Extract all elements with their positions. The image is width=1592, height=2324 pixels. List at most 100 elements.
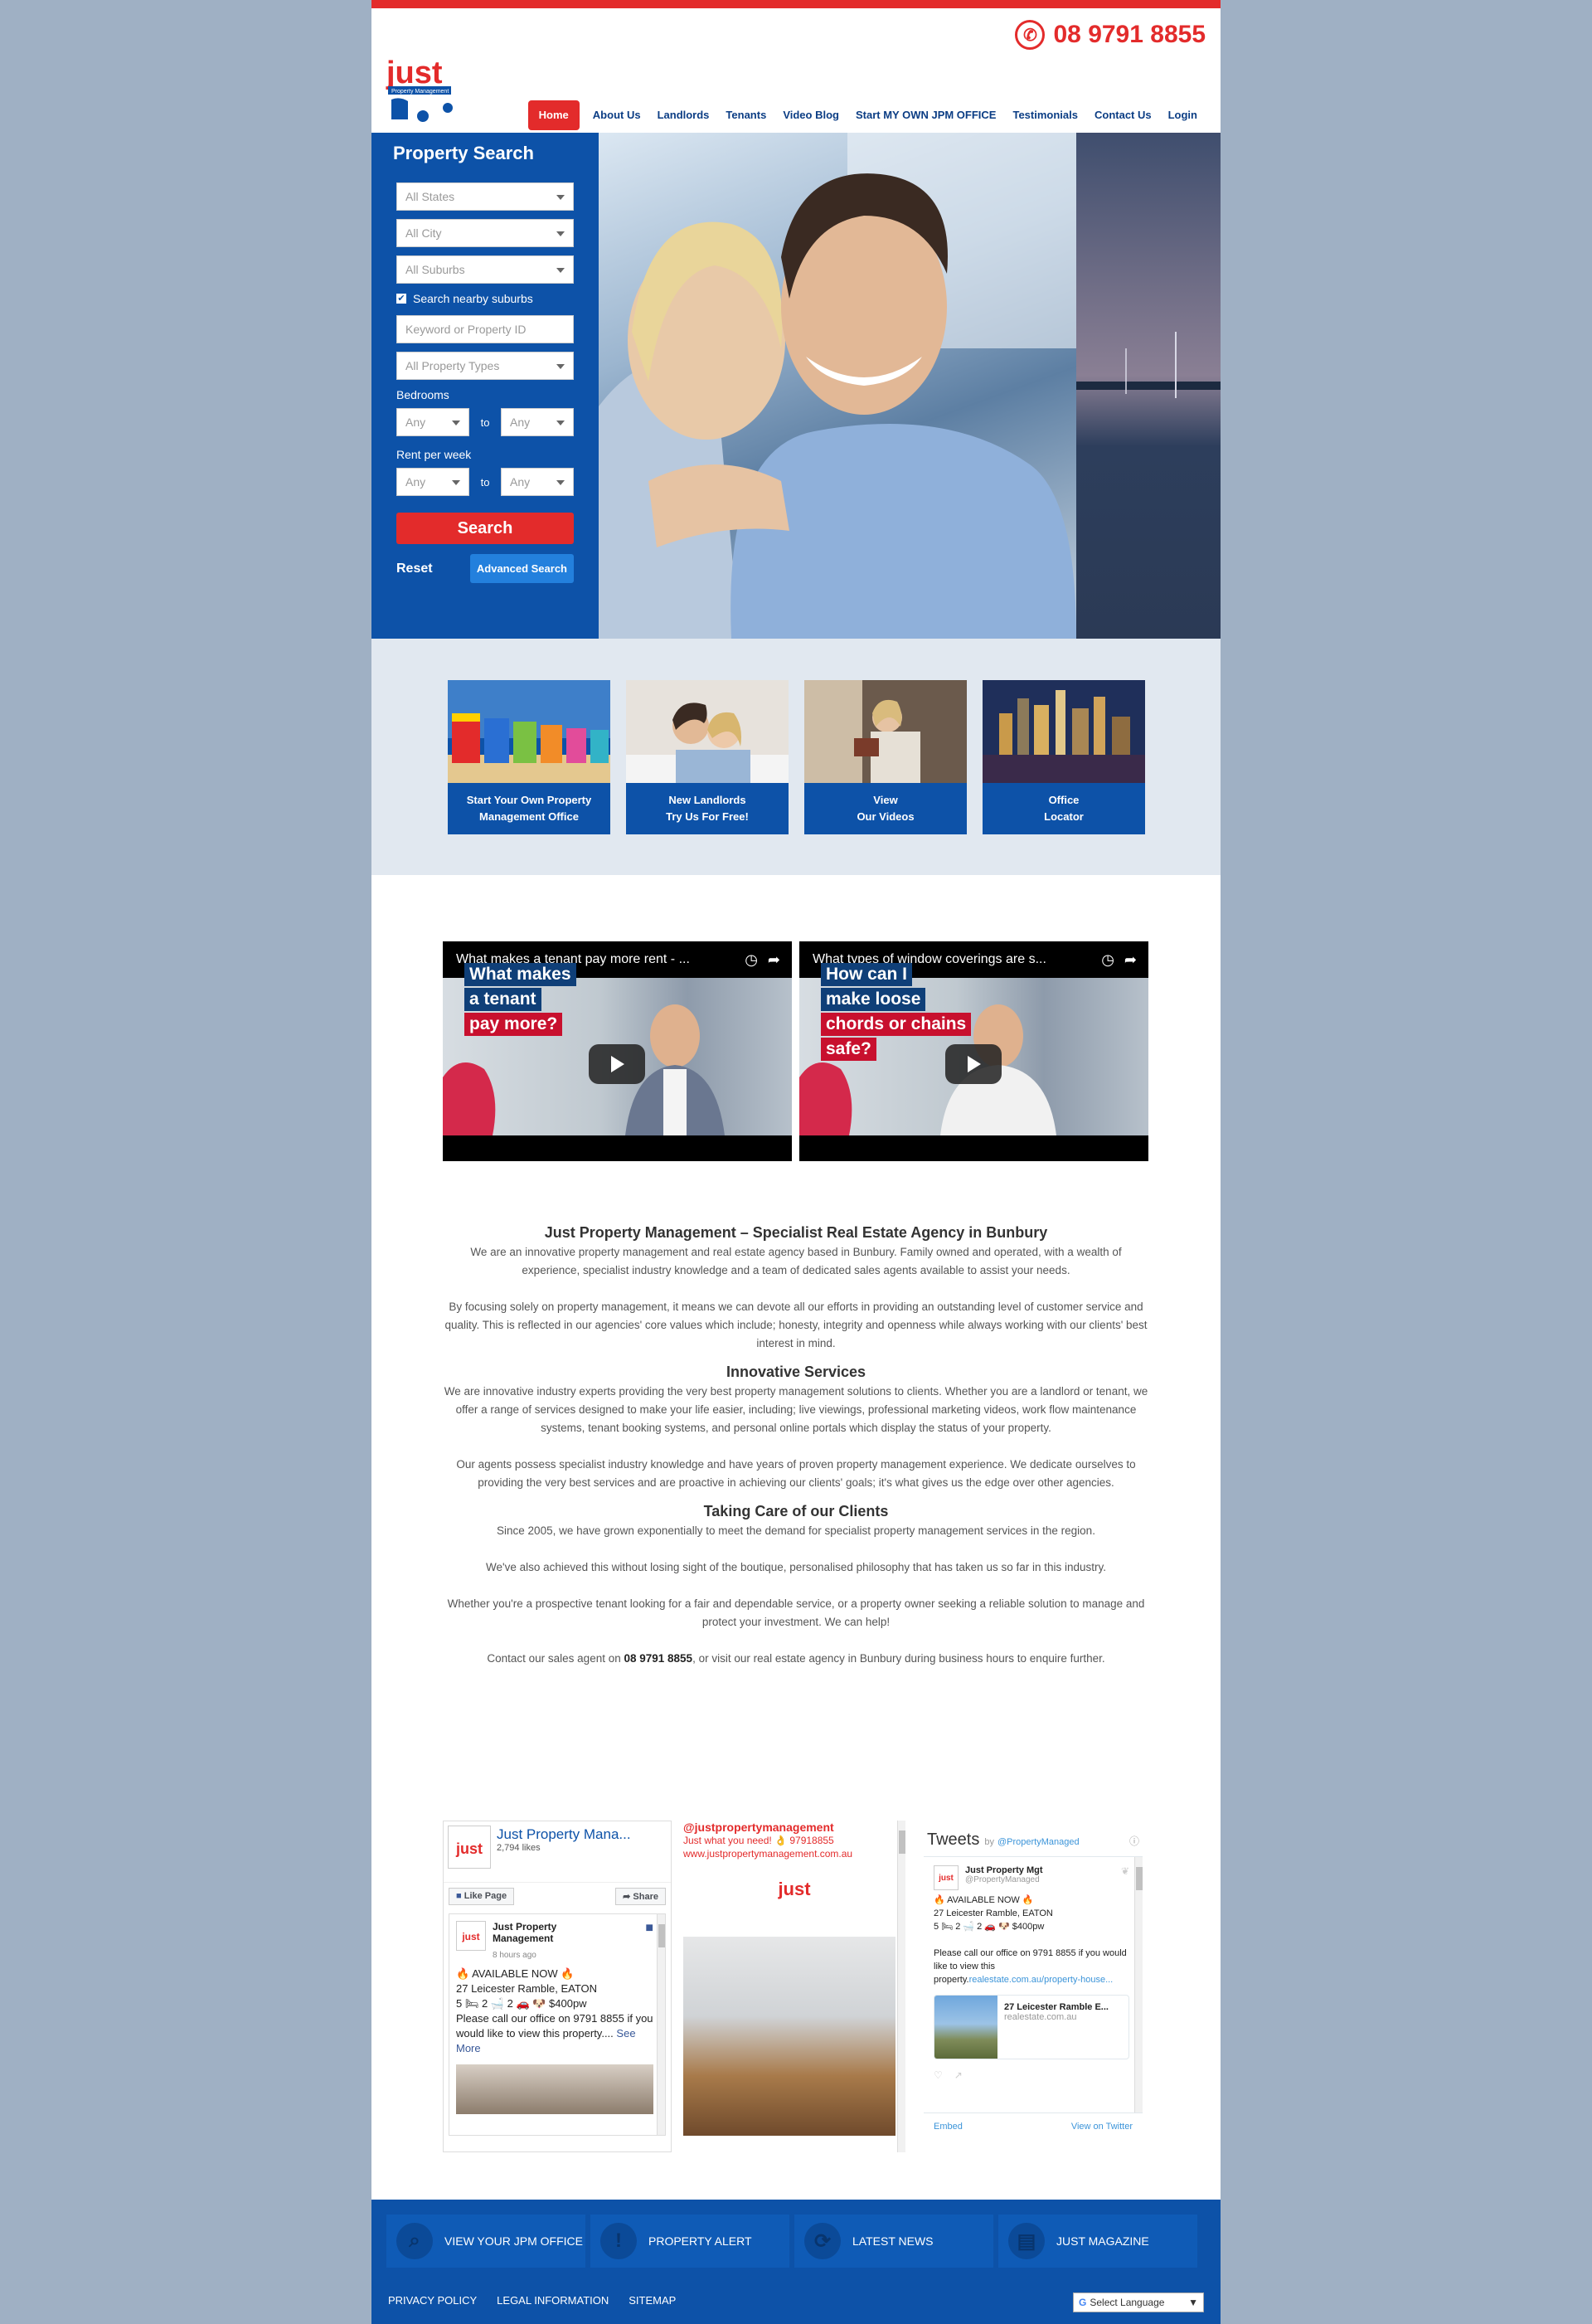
tw-author[interactable]: Just Property Mgt — [965, 1865, 1043, 1875]
bedrooms-max-select[interactable]: Any — [501, 408, 574, 436]
fb-post-avatar[interactable]: just — [456, 1921, 486, 1951]
nav-start-office[interactable]: Start MY OWN JPM OFFICE — [847, 100, 1005, 130]
nearby-checkbox-row[interactable]: ✔ Search nearby suburbs — [396, 292, 574, 305]
keyword-input[interactable]: Keyword or Property ID — [396, 315, 574, 343]
bedrooms-range: Any to Any — [396, 408, 574, 436]
contact-phone[interactable]: 08 9791 8855 — [624, 1652, 692, 1665]
tile-start-office[interactable]: Start Your Own Property Management Office — [448, 680, 610, 834]
tile-caption: Start Your Own Property Management Office — [466, 794, 592, 823]
nav-tenants[interactable]: Tenants — [717, 100, 774, 130]
bedrooms-label: Bedrooms — [396, 388, 449, 401]
tile-view-videos[interactable]: View Our Videos — [804, 680, 967, 834]
fb-post-author[interactable]: Just Property Management — [493, 1921, 600, 1951]
reset-button[interactable]: Reset — [396, 562, 433, 576]
ig-handle[interactable]: @justpropertymanagement — [683, 1821, 905, 1834]
nav-testimonials[interactable]: Testimonials — [1004, 100, 1086, 130]
advanced-search-button[interactable]: Advanced Search — [469, 554, 574, 583]
instagram-widget: @justpropertymanagement Just what you ne… — [683, 1821, 905, 2152]
nav-video-blog[interactable]: Video Blog — [774, 100, 847, 130]
share-icon[interactable]: ↗ — [954, 2069, 963, 2081]
magazine-icon: ▤ — [1008, 2223, 1045, 2259]
nav-home[interactable]: Home — [527, 100, 580, 130]
checkbox-checked-icon[interactable]: ✔ — [396, 294, 406, 304]
video-controls: ◷ ➦ — [1101, 951, 1137, 969]
logo[interactable]: just Property Management — [383, 50, 459, 126]
reading-woman-image — [804, 680, 967, 783]
privacy-policy-link[interactable]: PRIVACY POLICY — [388, 2294, 477, 2307]
tw-link[interactable]: realestate.com.au/property-house... — [969, 1975, 1114, 1985]
tw-scrollbar[interactable] — [1134, 1857, 1143, 2113]
tw-timeline: just Just Property Mgt @PropertyManaged … — [924, 1856, 1143, 2113]
footer-just-magazine[interactable]: ▤ JUST MAGAZINE — [998, 2215, 1197, 2268]
suburbs-select[interactable]: All Suburbs — [396, 255, 574, 284]
refresh-icon: ⟳ — [804, 2223, 841, 2259]
city-select[interactable]: All City — [396, 219, 574, 247]
watch-later-icon[interactable]: ◷ — [1101, 951, 1114, 969]
fb-page-name[interactable]: Just Property Mana... — [497, 1826, 631, 1843]
rent-max-select[interactable]: Any — [501, 468, 574, 496]
watch-later-icon[interactable]: ◷ — [745, 951, 758, 969]
fb-header: just Just Property Mana... 2,794 likes — [444, 1821, 671, 1883]
footer-latest-news[interactable]: ⟳ LATEST NEWS — [794, 2215, 993, 2268]
states-select[interactable]: All States — [396, 182, 574, 211]
heart-icon[interactable]: ♡ — [934, 2069, 943, 2081]
play-icon[interactable] — [945, 1044, 1002, 1084]
main-nav: Home About Us Landlords Tenants Video Bl… — [527, 100, 1206, 130]
tw-view-link[interactable]: View on Twitter — [1071, 2122, 1133, 2132]
fb-avatar[interactable]: just — [449, 1826, 490, 1868]
legal-information-link[interactable]: LEGAL INFORMATION — [497, 2294, 609, 2307]
property-search-panel: Property Search All States All City All … — [371, 133, 599, 639]
play-icon[interactable] — [589, 1044, 645, 1084]
tw-avatar[interactable]: just — [934, 1865, 959, 1890]
tile-office-locator[interactable]: Office Locator — [983, 680, 1145, 834]
to-label: to — [480, 475, 490, 489]
tw-author-handle[interactable]: @PropertyManaged — [965, 1875, 1043, 1884]
fb-share-button[interactable]: ➦ Share — [615, 1888, 666, 1905]
share-icon[interactable]: ➦ — [1124, 951, 1137, 969]
phone-number: 08 9791 8855 — [1053, 21, 1206, 48]
info-icon[interactable]: ⓘ — [1129, 1834, 1139, 1848]
video-controls: ◷ ➦ — [745, 951, 780, 969]
twitter-bird-icon: ❦ — [1120, 1865, 1129, 1877]
content-paragraph: By focusing solely on property managemen… — [444, 1301, 1148, 1349]
content-paragraph: Since 2005, we have grown exponentially … — [497, 1524, 1095, 1537]
video-embed[interactable]: What makes a tenant pay more rent - ... … — [443, 941, 792, 1161]
rent-label: Rent per week — [396, 448, 472, 461]
tw-tweet-body: 🔥 AVAILABLE NOW 🔥 27 Leicester Ramble, E… — [934, 1895, 1127, 1985]
tw-link-card[interactable]: 27 Leicester Ramble E... realestate.com.… — [934, 1995, 1129, 2059]
ig-scrollbar[interactable] — [897, 1821, 905, 2152]
bedrooms-min-select[interactable]: Any — [396, 408, 469, 436]
video-embed[interactable]: What types of window coverings are s... … — [799, 941, 1148, 1161]
language-select[interactable]: G Select Language ▼ — [1073, 2292, 1204, 2312]
sitemap-link[interactable]: SITEMAP — [629, 2294, 676, 2307]
tw-handle[interactable]: @PropertyManaged — [997, 1837, 1080, 1847]
footer-property-alert[interactable]: ! PROPERTY ALERT — [590, 2215, 789, 2268]
nav-about-us[interactable]: About Us — [585, 100, 649, 130]
facebook-icon: ■ — [645, 1921, 653, 1935]
property-types-select[interactable]: All Property Types — [396, 352, 574, 380]
fb-post: just Just Property Management ■ 8 hours … — [449, 1913, 666, 2136]
feature-tiles: Start Your Own Property Management Office… — [448, 680, 1161, 834]
nav-login[interactable]: Login — [1160, 100, 1206, 130]
header-phone[interactable]: ✆ 08 9791 8855 — [1015, 20, 1206, 50]
nav-landlords[interactable]: Landlords — [649, 100, 718, 130]
footer: ⌕ VIEW YOUR JPM OFFICE ! PROPERTY ALERT ⟳ L… — [371, 2200, 1221, 2324]
content-heading: Just Property Management – Specialist Re… — [544, 1224, 1048, 1241]
ig-website[interactable]: www.justpropertymanagement.com.au — [683, 1847, 905, 1860]
search-button[interactable]: Search — [396, 513, 574, 544]
tw-embed-link[interactable]: Embed — [934, 2122, 963, 2132]
footer-view-office[interactable]: ⌕ VIEW YOUR JPM OFFICE — [386, 2215, 585, 2268]
share-icon[interactable]: ➦ — [768, 951, 780, 969]
nearby-label: Search nearby suburbs — [413, 292, 533, 305]
nav-contact-us[interactable]: Contact Us — [1086, 100, 1160, 130]
fb-scrollbar[interactable] — [657, 1914, 665, 2135]
fb-likes: 2,794 likes — [497, 1843, 541, 1853]
ig-caption: Just what you need! 👌 97918855 — [683, 1835, 834, 1846]
tile-new-landlords[interactable]: New Landlords Try Us For Free! — [626, 680, 789, 834]
harbour-image — [1076, 133, 1221, 639]
rent-min-select[interactable]: Any — [396, 468, 469, 496]
content-paragraph: Our agents possess specialist industry k… — [456, 1458, 1136, 1489]
ig-post-image[interactable] — [683, 1937, 896, 2136]
fb-like-page-button[interactable]: ■ Like Page — [449, 1888, 515, 1905]
header: ✆ 08 9791 8855 just Property Management … — [371, 8, 1221, 133]
